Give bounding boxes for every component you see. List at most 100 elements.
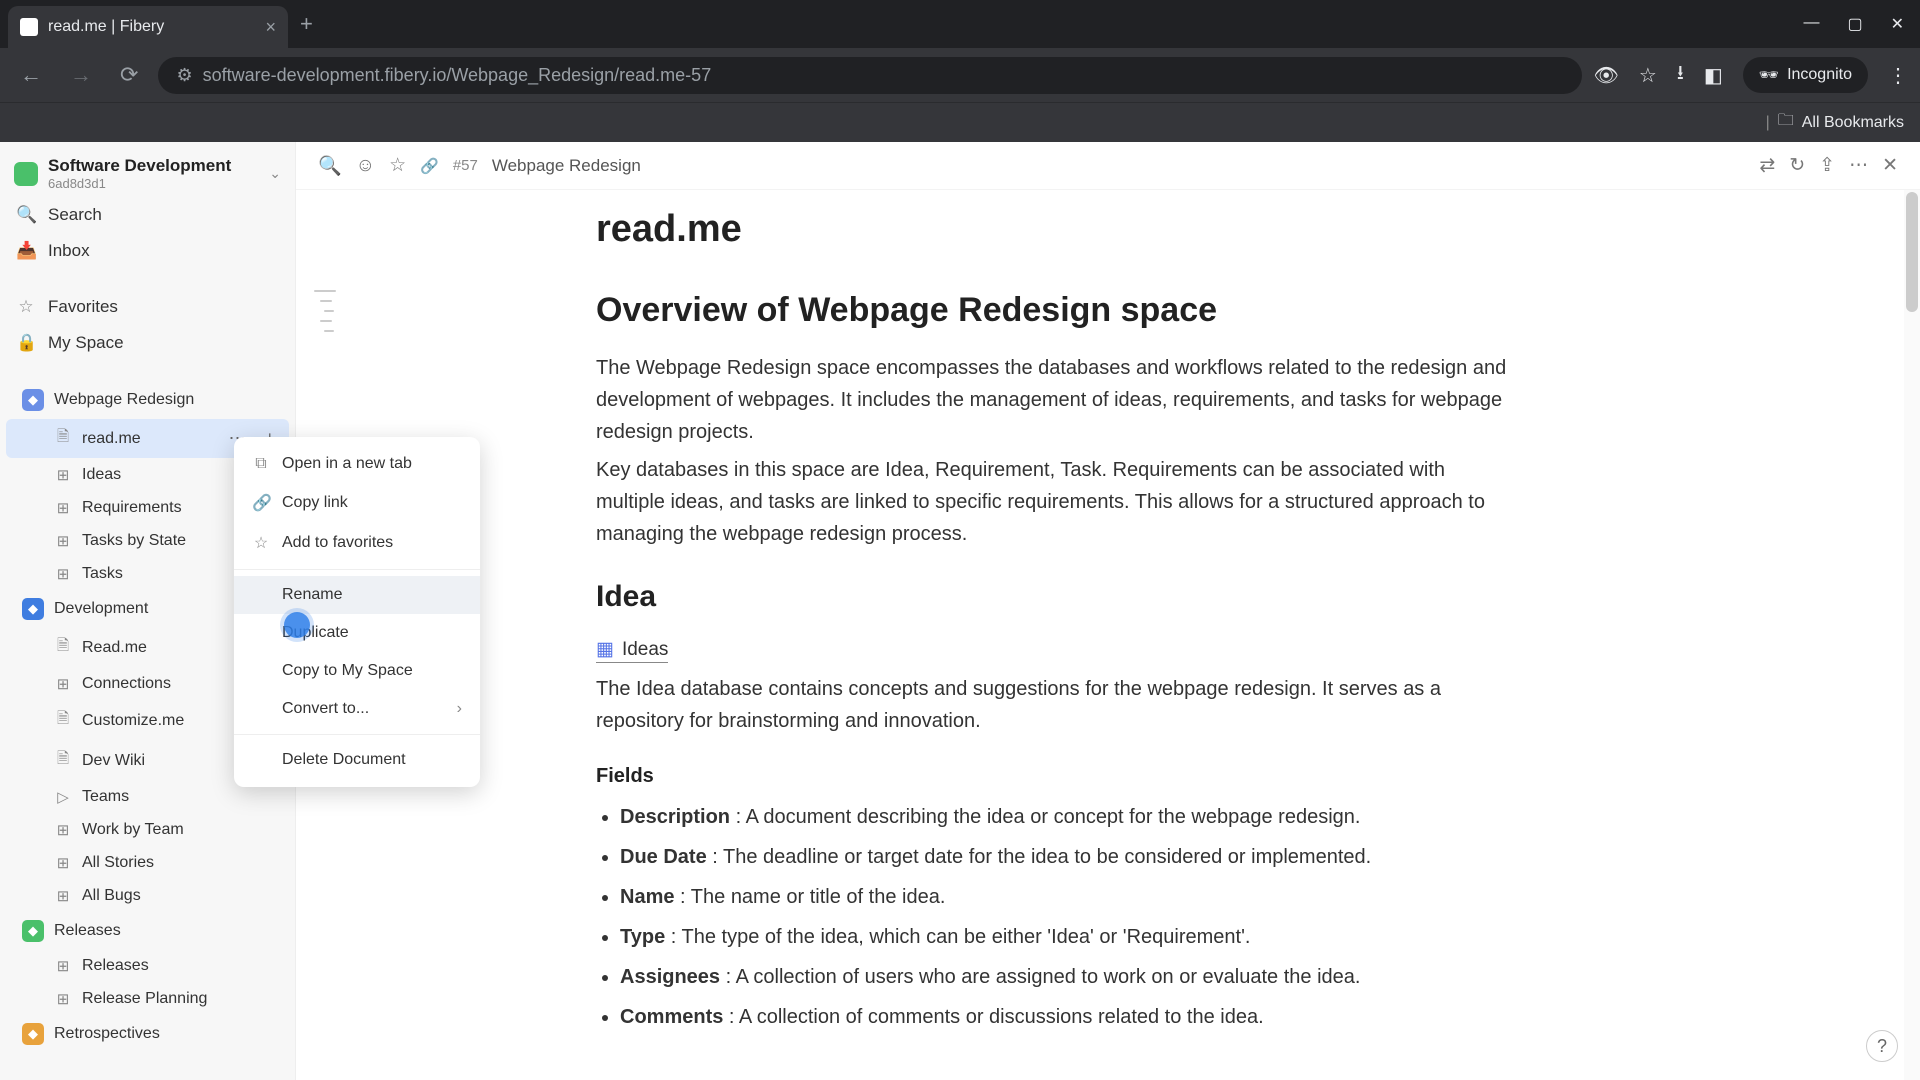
grid-icon: ⊞ xyxy=(54,565,72,583)
tab-title: read.me | Fibery xyxy=(48,18,164,36)
tree-item-label: Read.me xyxy=(82,639,147,657)
link-icon: 🔗 xyxy=(252,493,270,513)
tree-item-label: All Stories xyxy=(82,854,154,872)
ctx-add-favorites[interactable]: ☆Add to favorites xyxy=(234,523,480,563)
sidebar-inbox[interactable]: 📥Inbox xyxy=(0,233,295,269)
tree-item[interactable]: ⊞Release Planning xyxy=(6,983,289,1015)
close-icon[interactable]: ✕ xyxy=(1882,154,1898,177)
ctx-add-favorites-label: Add to favorites xyxy=(282,534,393,552)
new-tab-button[interactable]: + xyxy=(300,11,313,37)
tree-item[interactable]: ⊞Releases xyxy=(6,950,289,982)
tracking-icon[interactable]: 👁 xyxy=(1594,63,1619,88)
tree-item-label: Connections xyxy=(82,675,171,693)
ctx-open-new-tab-label: Open in a new tab xyxy=(282,455,412,473)
field-item[interactable]: Assignees : A collection of users who ar… xyxy=(620,960,1516,994)
bookmark-star-icon[interactable]: ☆ xyxy=(1639,63,1657,88)
browser-tab[interactable]: read.me | Fibery × xyxy=(8,6,288,48)
incognito-chip[interactable]: 🕶 Incognito xyxy=(1743,57,1868,93)
paragraph[interactable]: The Webpage Redesign space encompasses t… xyxy=(596,352,1516,448)
scrollbar-track[interactable] xyxy=(1904,190,1920,1080)
sidebar-favorites[interactable]: ☆Favorites xyxy=(0,289,295,325)
paragraph[interactable]: Key databases in this space are Idea, Re… xyxy=(596,454,1516,550)
link-icon[interactable]: 🔗 xyxy=(420,157,439,175)
grid-icon: ⊞ xyxy=(54,821,72,839)
tab-close-icon[interactable]: × xyxy=(265,17,276,38)
field-item[interactable]: Comments : A collection of comments or d… xyxy=(620,1000,1516,1034)
ctx-copy-myspace[interactable]: Copy to My Space xyxy=(234,652,480,690)
ctx-convert-to[interactable]: Convert to...› xyxy=(234,690,480,728)
breadcrumb[interactable]: Webpage Redesign xyxy=(492,156,641,176)
address-bar[interactable]: ⚙ software-development.fibery.io/Webpage… xyxy=(158,57,1581,94)
space-header[interactable]: ◆Retrospectives xyxy=(6,1016,289,1052)
heading-overview[interactable]: Overview of Webpage Redesign space xyxy=(596,291,1516,330)
grid-icon: ⊞ xyxy=(54,532,72,550)
close-window-icon[interactable]: ✕ xyxy=(1891,14,1904,34)
tree-item[interactable]: ⊞ Work by Team xyxy=(6,814,289,846)
forward-icon[interactable]: → xyxy=(62,58,100,92)
ctx-open-new-tab[interactable]: ⧉Open in a new tab xyxy=(234,445,480,483)
ctx-copy-link[interactable]: 🔗Copy link xyxy=(234,483,480,523)
maximize-icon[interactable]: ▢ xyxy=(1847,14,1862,34)
paragraph[interactable]: The Idea database contains concepts and … xyxy=(596,673,1516,737)
sidebar-inbox-label: Inbox xyxy=(48,241,90,261)
field-item[interactable]: Type : The type of the idea, which can b… xyxy=(620,920,1516,954)
workspace-id: 6ad8d3d1 xyxy=(48,176,259,191)
star-icon[interactable]: ☆ xyxy=(389,154,406,177)
tree-item[interactable]: ⊞ All Bugs xyxy=(6,880,289,912)
tree-item-label: Teams xyxy=(82,788,129,806)
space-icon: ◆ xyxy=(22,920,44,942)
help-button[interactable]: ? xyxy=(1866,1030,1898,1062)
ctx-duplicate[interactable]: Duplicate xyxy=(234,614,480,652)
field-desc: : The name or title of the idea. xyxy=(674,886,945,908)
more-icon[interactable]: ⋯ xyxy=(1849,154,1868,177)
back-icon[interactable]: ← xyxy=(12,58,50,92)
url-text: software-development.fibery.io/Webpage_R… xyxy=(203,65,712,86)
ctx-delete[interactable]: Delete Document xyxy=(234,741,480,779)
grid-icon: ⊞ xyxy=(54,887,72,905)
doc-outline[interactable] xyxy=(314,290,342,332)
field-item[interactable]: Description : A document describing the … xyxy=(620,800,1516,834)
minimize-icon[interactable]: — xyxy=(1803,14,1819,34)
heading-idea[interactable]: Idea xyxy=(596,580,1516,614)
workspace-icon xyxy=(14,162,38,186)
ideas-link-label: Ideas xyxy=(622,639,668,661)
grid-icon: ⊞ xyxy=(54,675,72,693)
site-settings-icon[interactable]: ⚙ xyxy=(176,65,192,86)
expand-collapse-icon[interactable]: ⇄ xyxy=(1759,154,1775,177)
history-icon[interactable]: ↻ xyxy=(1789,154,1805,177)
space-name: Webpage Redesign xyxy=(54,391,194,409)
doc-toolbar: 🔍 ☺ ☆ 🔗 #57 Webpage Redesign ⇄ ↻ ⇪ ⋯ ✕ xyxy=(296,142,1920,190)
page-title[interactable]: read.me xyxy=(596,208,1516,251)
sidepanel-icon[interactable]: ◧ xyxy=(1704,63,1723,88)
ideas-link[interactable]: ▦Ideas xyxy=(596,638,668,663)
sidebar-myspace[interactable]: 🔒My Space xyxy=(0,325,295,361)
ctx-rename[interactable]: Rename xyxy=(234,576,480,614)
all-bookmarks-link[interactable]: All Bookmarks xyxy=(1802,114,1904,132)
workspace-switcher[interactable]: Software Development 6ad8d3d1 ⌄ xyxy=(0,142,295,197)
space-name: Releases xyxy=(54,922,121,940)
tree-item[interactable]: ⊞All Stories xyxy=(6,847,289,879)
field-desc: : A document describing the idea or conc… xyxy=(730,806,1360,828)
sidebar-search[interactable]: 🔍Search xyxy=(0,197,295,233)
tree-item-label: All Bugs xyxy=(82,887,141,905)
tree-item-label: Work by Team xyxy=(82,821,184,839)
app-root: Software Development 6ad8d3d1 ⌄ 🔍Search … xyxy=(0,142,1920,1080)
share-icon[interactable]: ⇪ xyxy=(1819,154,1835,177)
space-header[interactable]: ◆ Releases xyxy=(6,913,289,949)
reload-icon[interactable]: ⟳ xyxy=(112,58,146,92)
space-header[interactable]: ◆Webpage Redesign xyxy=(6,382,289,418)
tree-item-label: Dev Wiki xyxy=(82,752,145,770)
space-name: Development xyxy=(54,600,148,618)
heading-fields[interactable]: Fields xyxy=(596,765,1516,788)
downloads-icon[interactable]: ⭳ xyxy=(1677,58,1684,92)
field-item[interactable]: Due Date : The deadline or target date f… xyxy=(620,840,1516,874)
scrollbar-thumb[interactable] xyxy=(1906,192,1918,312)
search-icon[interactable]: 🔍 xyxy=(318,154,342,178)
emoji-icon[interactable]: ☺ xyxy=(356,155,375,177)
search-icon: 🔍 xyxy=(16,205,36,225)
tree-item-label: read.me xyxy=(82,430,141,448)
browser-tabstrip: read.me | Fibery × + — ▢ ✕ xyxy=(0,0,1920,48)
browser-menu-icon[interactable]: ⋮ xyxy=(1888,63,1908,88)
field-item[interactable]: Name : The name or title of the idea. xyxy=(620,880,1516,914)
tree-item-label: Ideas xyxy=(82,466,121,484)
